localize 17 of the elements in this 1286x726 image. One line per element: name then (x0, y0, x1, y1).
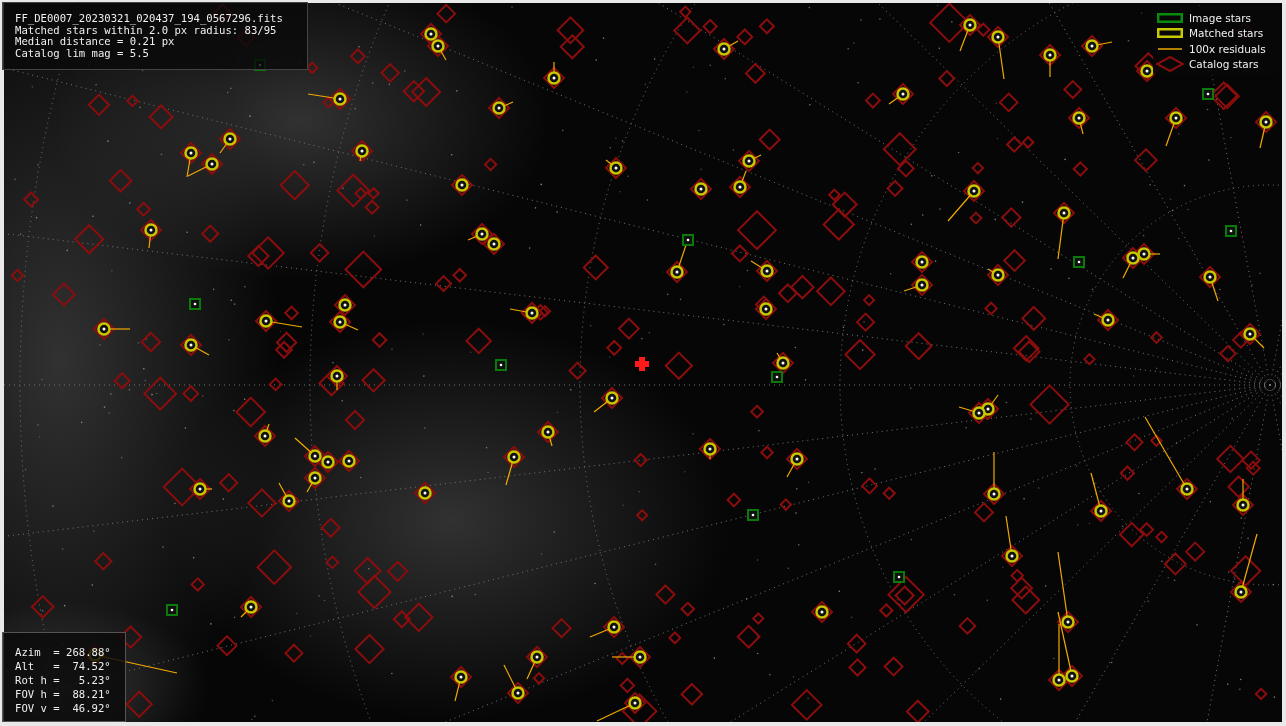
diamond-icon (1156, 56, 1184, 73)
info-text: Matched stars within 2.0 px radius: 83/95 (15, 24, 277, 36)
info-text: FF_DE0007_20230321_020437_194_0567296.fits (15, 13, 284, 25)
legend-label: Image stars (1189, 11, 1252, 24)
rectangle-icon (1157, 28, 1183, 39)
pointing-text: FOV v = 46.92° (15, 701, 112, 715)
legend-label: Catalog stars (1189, 58, 1259, 71)
pointing-text: Alt = 74.52° (15, 659, 112, 673)
rectangle-icon (1157, 12, 1183, 23)
pointing-text: Azim = 268.88° (15, 645, 112, 659)
info-text: Catalog lim mag = 5.5 (15, 47, 150, 59)
legend-label: 100x residuals (1189, 42, 1266, 55)
info-text: Median distance = 0.21 px (15, 36, 175, 48)
legend-label: Matched stars (1189, 27, 1264, 40)
pointing-text: FOV h = 88.21° (15, 687, 112, 701)
line-icon (1158, 47, 1182, 50)
pointing-text: Rot h = 5.23° (15, 673, 112, 687)
